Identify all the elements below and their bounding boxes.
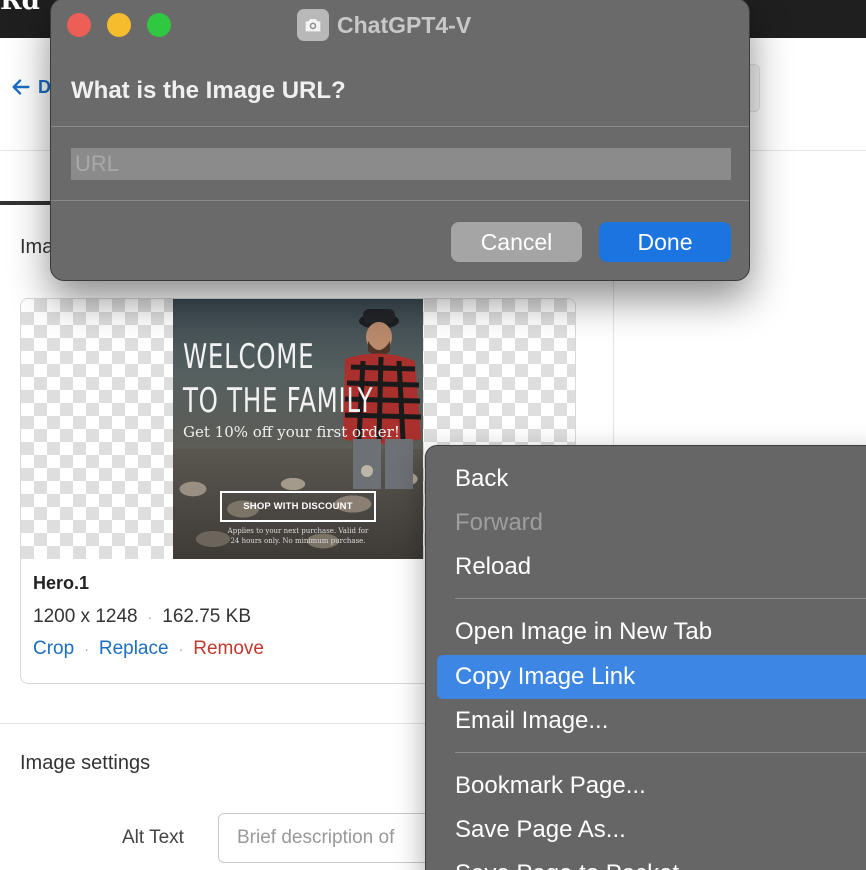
image-settings-heading: Image settings (20, 752, 151, 774)
url-input[interactable]: URL (71, 148, 731, 180)
dialog-title: ChatGPT4-V (297, 9, 471, 41)
cancel-button[interactable]: Cancel (451, 222, 582, 262)
dialog-app-title: ChatGPT4-V (337, 11, 472, 38)
hero-fine-print: Applies to your next purchase. Valid for… (227, 527, 369, 545)
crop-link[interactable]: Crop (33, 638, 74, 660)
menu-item-bookmark-page[interactable]: Bookmark Page... (437, 766, 866, 806)
image-details: 1200 x 1248 · 162.75 KB (33, 606, 264, 628)
hero-image[interactable]: WELCOME TO THE FAMILY Get 10% off your f… (173, 299, 423, 559)
brand-logo: Rd (0, 0, 40, 16)
dialog-question: What is the Image URL? (71, 77, 346, 104)
menu-separator (455, 598, 866, 599)
image-dimensions: 1200 x 1248 (33, 606, 138, 627)
image-url-dialog: ChatGPT4-V What is the Image URL? URL Ca… (50, 0, 750, 281)
separator-dot: · (147, 609, 153, 625)
image-meta: Hero.1 1200 x 1248 · 162.75 KB Crop · Re… (33, 573, 264, 660)
menu-item-open-image-new-tab[interactable]: Open Image in New Tab (437, 612, 866, 652)
camera-icon (297, 9, 329, 41)
image-name: Hero.1 (33, 573, 90, 593)
menu-separator (455, 752, 866, 753)
menu-item-reload[interactable]: Reload (437, 547, 866, 587)
hero-shop-button: SHOP WITH DISCOUNT (220, 491, 376, 522)
menu-item-email-image[interactable]: Email Image... (437, 701, 866, 741)
dialog-divider (51, 126, 749, 127)
hero-headline-2: TO THE FAMILY (183, 381, 374, 421)
image-file-size: 162.75 KB (162, 606, 252, 627)
minimize-window-button[interactable] (107, 13, 131, 37)
zoom-window-button[interactable] (147, 13, 171, 37)
menu-item-save-to-pocket[interactable]: Save Page to Pocket (437, 854, 866, 870)
hero-headline-1: WELCOME (183, 337, 315, 377)
back-link[interactable]: D (10, 76, 51, 98)
menu-item-back[interactable]: Back (437, 459, 866, 499)
separator-dot: · (84, 641, 89, 657)
image-actions: Crop · Replace · Remove (33, 638, 264, 660)
replace-link[interactable]: Replace (99, 638, 169, 660)
dialog-divider (51, 200, 749, 201)
menu-item-forward: Forward (455, 509, 544, 536)
menu-item-copy-image-link[interactable]: Copy Image Link (437, 655, 866, 699)
context-menu: Back Forward Reload Open Image in New Ta… (425, 445, 866, 870)
image-section-heading: Ima (20, 236, 54, 258)
hero-offer: Get 10% off your first order! (183, 423, 400, 441)
arrow-left-icon (12, 79, 30, 95)
remove-link[interactable]: Remove (193, 638, 264, 660)
menu-item-save-page-as[interactable]: Save Page As... (437, 810, 866, 850)
alt-text-label: Alt Text (122, 827, 184, 848)
close-window-button[interactable] (67, 13, 91, 37)
separator-dot: · (178, 641, 184, 657)
done-button[interactable]: Done (599, 222, 731, 262)
